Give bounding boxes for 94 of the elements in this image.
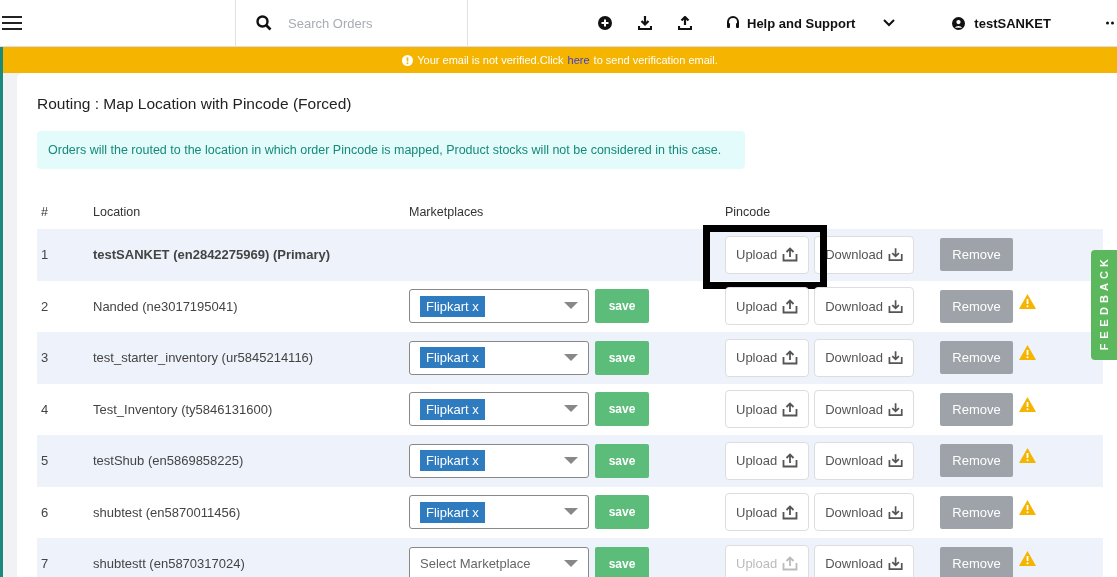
select-placeholder: Select Marketplace [420, 556, 531, 572]
upload-icon [782, 504, 799, 520]
save-button[interactable]: save [595, 392, 649, 427]
save-button[interactable]: save [595, 340, 649, 375]
marketplace-select[interactable]: Flipkart x [409, 340, 589, 375]
info-icon [402, 54, 414, 66]
column-header: Pincode [725, 205, 771, 219]
row-number: 5 [40, 453, 50, 469]
search-icon [256, 15, 272, 31]
download-button[interactable]: Download [814, 235, 915, 274]
row-number: 4 [40, 401, 50, 417]
remove-button[interactable]: Remove [940, 392, 1013, 426]
upload-button[interactable]: Upload [725, 493, 810, 532]
download-icon [888, 298, 904, 314]
add-icon[interactable] [598, 16, 612, 30]
caret-icon [564, 353, 578, 362]
upload-icon [782, 453, 799, 469]
upload-button[interactable]: Upload [725, 338, 810, 377]
marketplace-tag[interactable]: Flipkart x [420, 347, 485, 369]
save-button[interactable]: save [595, 546, 649, 577]
column-header: Location [93, 205, 142, 219]
location-name: test_starter_inventory (ur5845214116) [93, 350, 315, 366]
upload-button[interactable]: Upload [725, 235, 810, 274]
marketplace-tag[interactable]: Flipkart x [420, 501, 485, 523]
download-button[interactable]: Download [814, 287, 915, 326]
remove-button[interactable]: Remove [940, 495, 1013, 529]
remove-button[interactable]: Remove [940, 444, 1013, 478]
column-header: # [40, 205, 49, 219]
location-name: testSANKET (en2842275969) (Primary) [93, 247, 331, 263]
upload-icon [782, 556, 799, 572]
upload-icon [782, 401, 799, 417]
remove-button[interactable]: Remove [940, 341, 1013, 375]
caret-icon [564, 508, 578, 517]
marketplace-select[interactable]: Flipkart x [409, 495, 589, 530]
upload-button[interactable]: Upload [725, 287, 810, 326]
headset-icon [726, 16, 740, 30]
row-number: 7 [40, 556, 50, 572]
download-icon [888, 350, 904, 366]
upload-icon [782, 350, 799, 366]
download-button[interactable]: Download [814, 390, 915, 429]
download-icon [888, 504, 904, 520]
marketplace-select[interactable]: Flipkart x [409, 392, 589, 427]
marketplace-tag[interactable]: Flipkart x [420, 450, 485, 472]
save-button[interactable]: save [595, 443, 649, 478]
marketplace-tag[interactable]: Flipkart x [420, 295, 485, 317]
banner-text: Your email is not verified.Click [417, 54, 564, 66]
download-icon [888, 453, 904, 469]
menu-icon[interactable] [2, 15, 22, 31]
feedback-tab[interactable]: FEEDBACK [1091, 250, 1117, 360]
row-number: 3 [40, 350, 50, 366]
user-icon [952, 16, 966, 30]
caret-icon [564, 559, 578, 568]
download-icon [888, 556, 904, 572]
remove-button[interactable]: Remove [940, 547, 1013, 577]
marketplace-tag[interactable]: Flipkart x [420, 398, 485, 420]
upload-icon[interactable] [678, 16, 692, 30]
download-icon[interactable] [638, 16, 652, 30]
save-button[interactable]: save [595, 495, 649, 530]
banner-text: to send verification email. [593, 54, 718, 66]
download-icon [888, 247, 904, 263]
marketplace-select[interactable]: Flipkart x [409, 443, 589, 478]
more-icon[interactable] [1106, 21, 1114, 25]
help-and-support-menu[interactable]: Help and Support [726, 15, 856, 31]
row-number: 1 [40, 247, 50, 263]
save-button[interactable]: save [595, 289, 649, 324]
chevron-down-icon[interactable] [883, 19, 896, 27]
caret-icon [564, 405, 578, 414]
location-name: Nanded (ne3017195041) [93, 298, 239, 314]
location-name: shubtestt (en5870317024) [93, 556, 246, 572]
location-name: shubtest (en5870011456) [93, 504, 242, 520]
marketplace-select[interactable]: Select Marketplace [409, 546, 589, 577]
caret-icon [564, 302, 578, 311]
caret-icon [564, 456, 578, 465]
download-button[interactable]: Download [814, 338, 915, 377]
column-header: Marketplaces [409, 205, 485, 219]
location-name: Test_Inventory (ty5846131600) [93, 401, 274, 417]
info-message: Orders will the routed to the location in which order Pincode is mapped, Product stocks will not be considered in this case. [37, 131, 745, 169]
upload-button[interactable]: Upload [725, 390, 810, 429]
row-number: 2 [40, 298, 50, 314]
remove-button[interactable]: Remove [940, 289, 1013, 323]
download-button[interactable]: Download [814, 544, 915, 577]
download-icon [888, 401, 904, 417]
upload-icon [782, 247, 799, 263]
marketplace-select[interactable]: Flipkart x [409, 289, 589, 324]
row-number: 6 [40, 504, 50, 520]
download-button[interactable]: Download [814, 441, 915, 480]
user-menu[interactable]: testSANKET [952, 15, 1051, 31]
location-name: testShub (en5869858225) [93, 453, 245, 469]
download-button[interactable]: Download [814, 493, 915, 532]
upload-button[interactable]: Upload [725, 441, 810, 480]
upload-icon [782, 298, 799, 314]
verification-link[interactable]: here [567, 54, 590, 66]
page-title: Routing : Map Location with Pincode (Forced) [37, 95, 353, 113]
remove-button[interactable]: Remove [940, 238, 1013, 272]
